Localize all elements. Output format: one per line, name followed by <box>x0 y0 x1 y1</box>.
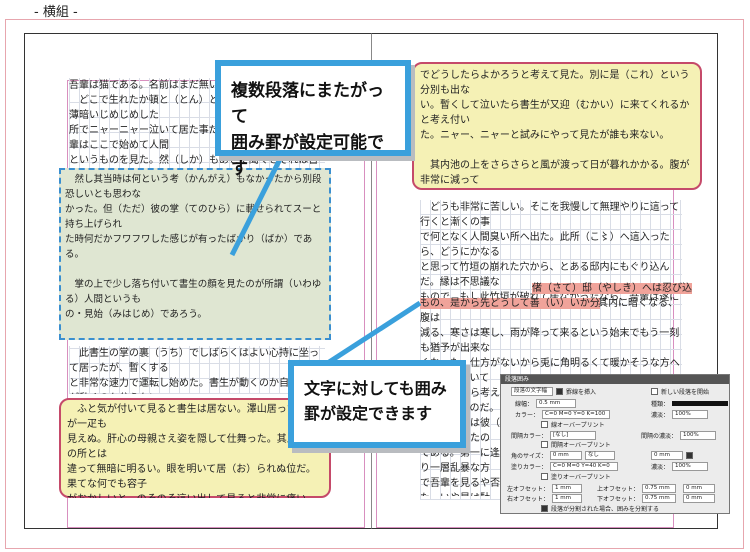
new-paragraph-label: 新しい段落を開始 <box>661 389 710 396</box>
offset-extra-field[interactable]: 0 mm <box>683 484 715 493</box>
offset-right-label: 右オフセット： <box>507 496 550 503</box>
frame-checkbox-label: 罫線を挿入 <box>566 389 597 396</box>
link-corners-icon[interactable] <box>686 452 693 459</box>
paragraph-frame-dialog: 段落囲み 段落の文字幅 罫線を挿入 新しい段落を開始 線幅： 0.5 mm 種類… <box>500 374 730 514</box>
type-select[interactable] <box>672 401 729 406</box>
gap-color-label: 間隔カラー： <box>511 433 548 440</box>
gap-overprint-label: 間隔オーバープリント <box>551 442 611 449</box>
fill-overprint-checkbox[interactable] <box>541 473 548 480</box>
corner-label: 角のサイズ： <box>511 453 547 460</box>
shading-tint-label: 濃淡： <box>651 464 670 471</box>
gap-overprint-checkbox[interactable] <box>541 441 548 448</box>
tint-field[interactable]: 100% <box>672 410 709 419</box>
new-paragraph-checkbox[interactable] <box>651 388 658 395</box>
offset-extra-field-2[interactable]: 0 mm <box>683 494 715 503</box>
offset-bottom-label: 下オフセット： <box>597 496 640 503</box>
shading-field[interactable]: C=0 M=0 Y=40 K=0 <box>550 462 619 471</box>
offset-left-label: 左オフセット： <box>507 486 550 493</box>
fill-overprint-label: 塗りオーバープリント <box>551 474 611 481</box>
offset-top-label: 上オフセット： <box>597 486 640 493</box>
corner-right-field[interactable]: 0 mm <box>651 451 683 460</box>
offset-top-field[interactable]: 0.75 mm <box>642 484 677 493</box>
offset-left-field[interactable]: 1 mm <box>552 484 583 493</box>
gap-tint-label: 間隔の濃淡： <box>641 433 678 440</box>
callout-character-frame: 文字に対しても囲み 罫が設定できます <box>288 360 466 448</box>
overprint-checkbox[interactable] <box>541 421 548 428</box>
callout-multi-paragraph: 複数段落にまたがって 囲み罫が設定可能です <box>215 60 411 179</box>
dialog-title: 段落囲み <box>501 375 729 384</box>
overprint-label: 線オーバープリント <box>551 422 605 429</box>
width-field[interactable]: 0.5 mm <box>536 399 577 408</box>
gap-color-field[interactable]: [なし] <box>550 431 597 440</box>
gap-tint-field[interactable]: 100% <box>680 431 717 440</box>
tint-label: 濃淡： <box>651 412 670 419</box>
offset-bottom-field[interactable]: 0.75 mm <box>642 494 677 503</box>
type-label: 種類： <box>651 401 670 408</box>
width-label: 線幅： <box>515 401 534 408</box>
offset-right-field[interactable]: 1 mm <box>552 494 583 503</box>
callout-pointer-bottom <box>318 300 422 371</box>
corner-field[interactable]: 0 mm <box>549 451 582 460</box>
frame-checkbox[interactable] <box>556 388 563 395</box>
shading-label: 塗りカラー： <box>511 464 548 471</box>
color-field[interactable]: C=0 M=0 Y=0 K=100 <box>542 410 611 419</box>
mode-select[interactable]: 段落の文字幅 <box>511 387 553 396</box>
corner-style-select[interactable]: なし <box>584 451 615 460</box>
color-label: カラー： <box>515 412 540 419</box>
shading-tint-field[interactable]: 100% <box>672 462 709 471</box>
split-frame-label: 段落が分割された場合、囲みを分割する <box>551 506 660 513</box>
split-frame-checkbox[interactable] <box>541 505 548 512</box>
